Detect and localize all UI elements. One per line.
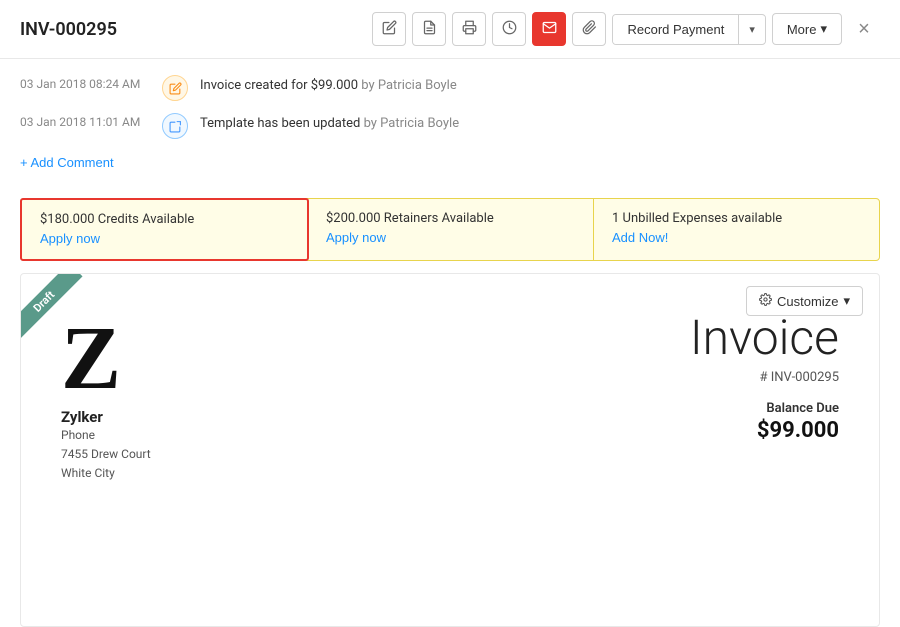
page-title: INV-000295 <box>20 19 372 40</box>
credits-apply-1[interactable]: Apply now <box>40 231 100 246</box>
company-detail-1: Phone <box>61 426 95 445</box>
activity-time-1: 03 Jan 2018 08:24 AM <box>20 75 150 91</box>
customize-chevron-icon: ▾ <box>843 293 850 309</box>
record-payment-group: Record Payment ▾ <box>612 14 765 45</box>
credits-label-1: $180.000 Credits Available <box>40 212 289 227</box>
activity-icon-2 <box>162 113 188 139</box>
attachment-button[interactable] <box>572 12 606 46</box>
pdf-icon <box>422 20 437 39</box>
company-name: Zylker <box>61 408 103 426</box>
company-detail-3: White City <box>61 464 115 483</box>
activity-section: 03 Jan 2018 08:24 AM Invoice created for… <box>0 59 900 190</box>
edit-icon <box>382 20 397 39</box>
activity-time-2: 03 Jan 2018 11:01 AM <box>20 113 150 129</box>
invoice-details: Invoice # INV-000295 Balance Due $99.000 <box>690 314 839 443</box>
customize-button[interactable]: Customize ▾ <box>746 286 863 316</box>
balance-amount: $99.000 <box>690 418 839 443</box>
credits-banner: $180.000 Credits Available Apply now $20… <box>20 198 880 261</box>
email-icon <box>542 20 557 39</box>
pdf-button[interactable] <box>412 12 446 46</box>
print-icon <box>462 20 477 39</box>
invoice-number: # INV-000295 <box>690 370 839 385</box>
more-button[interactable]: More ▾ <box>772 13 842 45</box>
activity-item-2: 03 Jan 2018 11:01 AM Template has been u… <box>20 113 880 139</box>
credits-add-now[interactable]: Add Now! <box>612 230 668 245</box>
activity-text-1: Invoice created for $99.000 by Patricia … <box>200 75 457 93</box>
activity-icon-1 <box>162 75 188 101</box>
credits-item-1: $180.000 Credits Available Apply now <box>20 198 309 261</box>
close-button[interactable]: × <box>848 13 880 45</box>
activity-text-2: Template has been updated by Patricia Bo… <box>200 113 459 131</box>
record-payment-dropdown[interactable]: ▾ <box>739 16 765 43</box>
company-detail-2: 7455 Drew Court <box>61 445 151 464</box>
draft-label: Draft <box>21 274 83 340</box>
credits-apply-2[interactable]: Apply now <box>326 230 386 245</box>
gear-icon <box>759 293 772 309</box>
attachment-icon <box>582 20 597 39</box>
customize-label: Customize <box>777 294 838 309</box>
invoice-title: Invoice <box>690 314 839 362</box>
balance-label: Balance Due <box>690 401 839 416</box>
record-payment-button[interactable]: Record Payment <box>613 15 739 44</box>
invoice-body: Z Zylker Phone 7455 Drew Court White Cit… <box>21 284 879 514</box>
history-button[interactable] <box>492 12 526 46</box>
clock-icon <box>502 20 517 39</box>
credits-label-2: $200.000 Retainers Available <box>326 211 575 226</box>
credits-item-2: $200.000 Retainers Available Apply now <box>308 199 594 260</box>
edit-button[interactable] <box>372 12 406 46</box>
print-button[interactable] <box>452 12 486 46</box>
header: INV-000295 <box>0 0 900 59</box>
credits-item-3: 1 Unbilled Expenses available Add Now! <box>594 199 879 260</box>
chevron-down-icon: ▾ <box>749 24 755 36</box>
credits-label-3: 1 Unbilled Expenses available <box>612 211 861 226</box>
more-chevron-icon: ▾ <box>820 21 827 37</box>
page-container: INV-000295 <box>0 0 900 627</box>
header-actions: Record Payment ▾ More ▾ × <box>372 12 880 46</box>
more-label: More <box>787 22 817 37</box>
add-comment-button[interactable]: + Add Comment <box>20 151 114 182</box>
email-button[interactable] <box>532 12 566 46</box>
draft-ribbon: Draft <box>21 274 101 354</box>
activity-item-1: 03 Jan 2018 08:24 AM Invoice created for… <box>20 75 880 101</box>
invoice-preview: Draft Customize ▾ Z Zylker Phone 7455 Dr… <box>20 273 880 627</box>
